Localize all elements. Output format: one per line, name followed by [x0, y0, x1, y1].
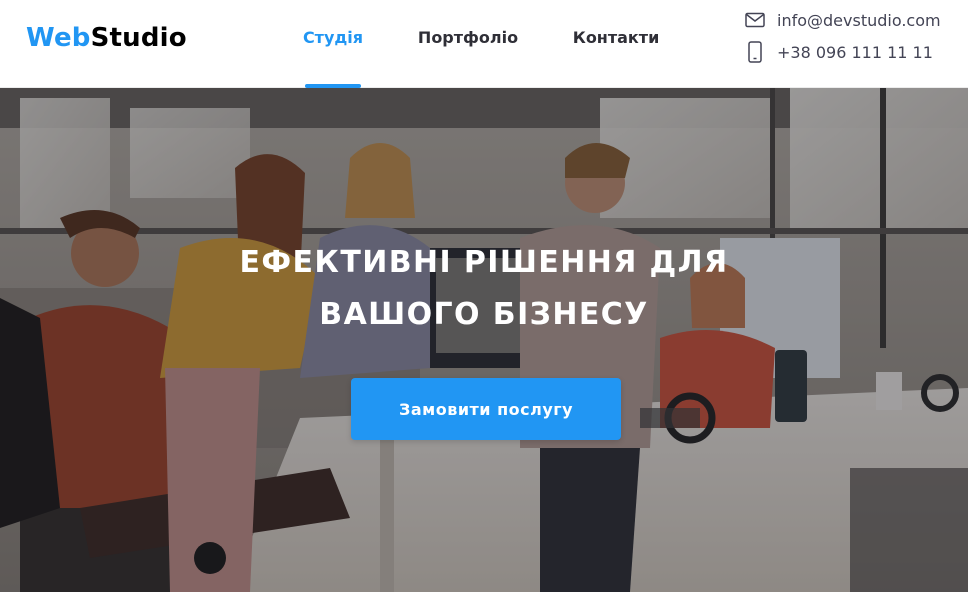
- email-link[interactable]: info@devstudio.com: [744, 8, 941, 32]
- nav-link-label: Студія: [302, 27, 364, 47]
- nav-link-contacts[interactable]: Контакти: [573, 0, 660, 88]
- phone-link[interactable]: +38 096 111 11 11: [744, 40, 933, 64]
- logo-text: Studio: [90, 23, 187, 53]
- nav-link-studio[interactable]: Студія: [302, 0, 364, 88]
- site-header: Web Studio Студія Портфоліо Контакти info…: [0, 0, 968, 88]
- email-text: info@devstudio.com: [777, 10, 941, 30]
- hero-title: Ефективні рішення для вашого бізнесу: [0, 237, 968, 341]
- nav-link-portfolio[interactable]: Портфоліо: [418, 0, 518, 88]
- hero-section: Ефективні рішення для вашого бізнесу Зам…: [0, 88, 968, 592]
- logo[interactable]: Web Studio: [26, 18, 187, 58]
- order-service-button[interactable]: Замовити послугу: [351, 378, 621, 440]
- phone-text: +38 096 111 11 11: [777, 42, 933, 62]
- header-contacts: info@devstudio.com +38 096 111 11 11: [744, 0, 968, 88]
- hero-title-line: Ефективні рішення для: [239, 245, 729, 280]
- logo-accent: Web: [26, 23, 91, 53]
- nav-link-label: Портфоліо: [417, 27, 519, 47]
- mail-icon: [744, 9, 766, 31]
- nav-link-label: Контакти: [572, 27, 660, 47]
- smartphone-icon: [744, 41, 766, 63]
- hero-title-line: вашого бізнесу: [319, 297, 649, 332]
